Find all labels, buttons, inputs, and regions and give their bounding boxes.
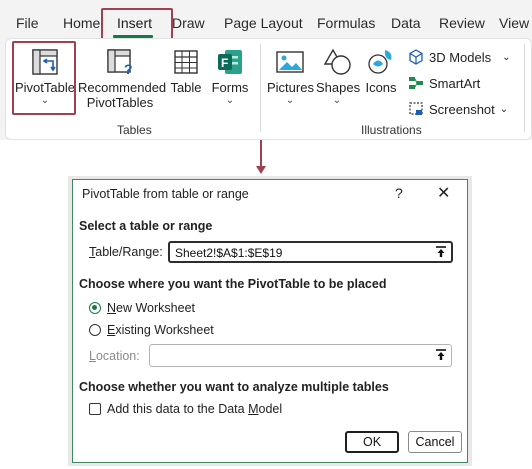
group-separator bbox=[524, 44, 525, 132]
new-worksheet-label[interactable]: New Worksheet bbox=[107, 301, 195, 315]
pictures-label: Pictures bbox=[267, 80, 314, 95]
pictures-button[interactable]: Pictures ⌄ bbox=[267, 48, 314, 106]
shapes-icon bbox=[323, 48, 351, 75]
screenshot-icon bbox=[409, 102, 423, 115]
location-picker-icon[interactable] bbox=[434, 348, 448, 362]
location-input[interactable] bbox=[149, 344, 452, 367]
help-icon[interactable]: ? bbox=[395, 185, 403, 201]
table-range-input[interactable]: Sheet2!$A$1:$E$19 bbox=[168, 241, 453, 263]
existing-worksheet-radio[interactable] bbox=[89, 324, 101, 336]
cube-icon bbox=[409, 49, 423, 65]
insert-tab-highlight bbox=[101, 8, 173, 41]
smartart-button[interactable]: SmartArt bbox=[408, 75, 480, 91]
close-icon[interactable]: ✕ bbox=[437, 183, 450, 203]
chevron-down-icon: ⌄ bbox=[285, 95, 295, 106]
table-button[interactable]: Table bbox=[166, 48, 206, 95]
pivottable-highlight bbox=[12, 41, 76, 115]
forms-button[interactable]: F Forms ⌄ bbox=[209, 48, 251, 106]
pictures-icon bbox=[276, 51, 304, 73]
range-value: Sheet2!$A$1:$E$19 bbox=[175, 246, 283, 260]
table-label: Table bbox=[170, 80, 202, 95]
tab-review[interactable]: Review bbox=[439, 15, 485, 31]
illustrations-group-label: Illustrations bbox=[361, 123, 422, 137]
dialog-title: PivotTable from table or range bbox=[82, 187, 249, 201]
range-picker-icon[interactable] bbox=[434, 245, 448, 259]
chevron-down-icon: ⌄ bbox=[332, 95, 342, 106]
select-range-heading: Select a table or range bbox=[79, 219, 213, 233]
3d-models-label: 3D Models bbox=[429, 49, 492, 65]
chevron-down-icon: ⌄ bbox=[225, 95, 235, 106]
chevron-down-icon: ⌄ bbox=[499, 103, 509, 115]
data-model-checkbox[interactable] bbox=[89, 403, 101, 415]
location-label: Location: bbox=[89, 349, 140, 363]
recommended-pivottables-icon: ? bbox=[107, 49, 133, 76]
multiple-tables-heading: Choose whether you want to analyze multi… bbox=[79, 380, 389, 394]
icons-gallery-icon bbox=[368, 50, 392, 74]
table-icon bbox=[174, 50, 198, 74]
3d-models-button[interactable]: 3D Models ⌄ bbox=[408, 49, 511, 65]
placement-heading: Choose where you want the PivotTable to … bbox=[79, 277, 387, 291]
icons-label: Icons bbox=[365, 80, 397, 95]
group-separator bbox=[260, 44, 261, 132]
shapes-label: Shapes bbox=[316, 80, 361, 95]
tab-draw[interactable]: Draw bbox=[172, 15, 205, 31]
ok-button[interactable]: OK bbox=[345, 431, 399, 453]
data-model-label[interactable]: Add this data to the Data Model bbox=[107, 402, 282, 416]
tab-file[interactable]: File bbox=[16, 15, 39, 31]
tab-home[interactable]: Home bbox=[63, 15, 100, 31]
cancel-button[interactable]: Cancel bbox=[408, 431, 462, 453]
tab-data[interactable]: Data bbox=[391, 15, 421, 31]
smartart-label: SmartArt bbox=[429, 75, 481, 91]
svg-text:?: ? bbox=[124, 61, 133, 76]
existing-worksheet-label[interactable]: Existing Worksheet bbox=[107, 323, 214, 337]
tables-group-label: Tables bbox=[117, 123, 152, 137]
forms-label: Forms bbox=[211, 80, 249, 95]
shapes-button[interactable]: Shapes ⌄ bbox=[316, 48, 361, 106]
tab-view[interactable]: View bbox=[499, 15, 529, 31]
forms-icon: F bbox=[218, 50, 242, 74]
tab-page-layout[interactable]: Page Layout bbox=[224, 15, 303, 31]
pivottable-dialog: PivotTable from table or range ? ✕ Selec… bbox=[72, 179, 468, 463]
svg-text:F: F bbox=[221, 56, 228, 70]
tab-formulas[interactable]: Formulas bbox=[317, 15, 375, 31]
recommended-label-line2: PivotTables bbox=[86, 95, 154, 110]
smartart-icon bbox=[409, 77, 423, 89]
recommended-label-line1: Recommended bbox=[78, 80, 167, 95]
chevron-down-icon: ⌄ bbox=[502, 51, 511, 63]
recommended-pivottables-button[interactable]: ? Recommended PivotTables bbox=[78, 48, 167, 110]
screenshot-button[interactable]: Screenshot ⌄ bbox=[408, 101, 508, 117]
arrow-down-icon bbox=[256, 166, 266, 174]
icons-button[interactable]: Icons bbox=[362, 48, 400, 95]
new-worksheet-radio[interactable] bbox=[89, 302, 101, 314]
screenshot-label: Screenshot bbox=[429, 101, 495, 117]
range-label: Table/Range: bbox=[89, 245, 163, 259]
